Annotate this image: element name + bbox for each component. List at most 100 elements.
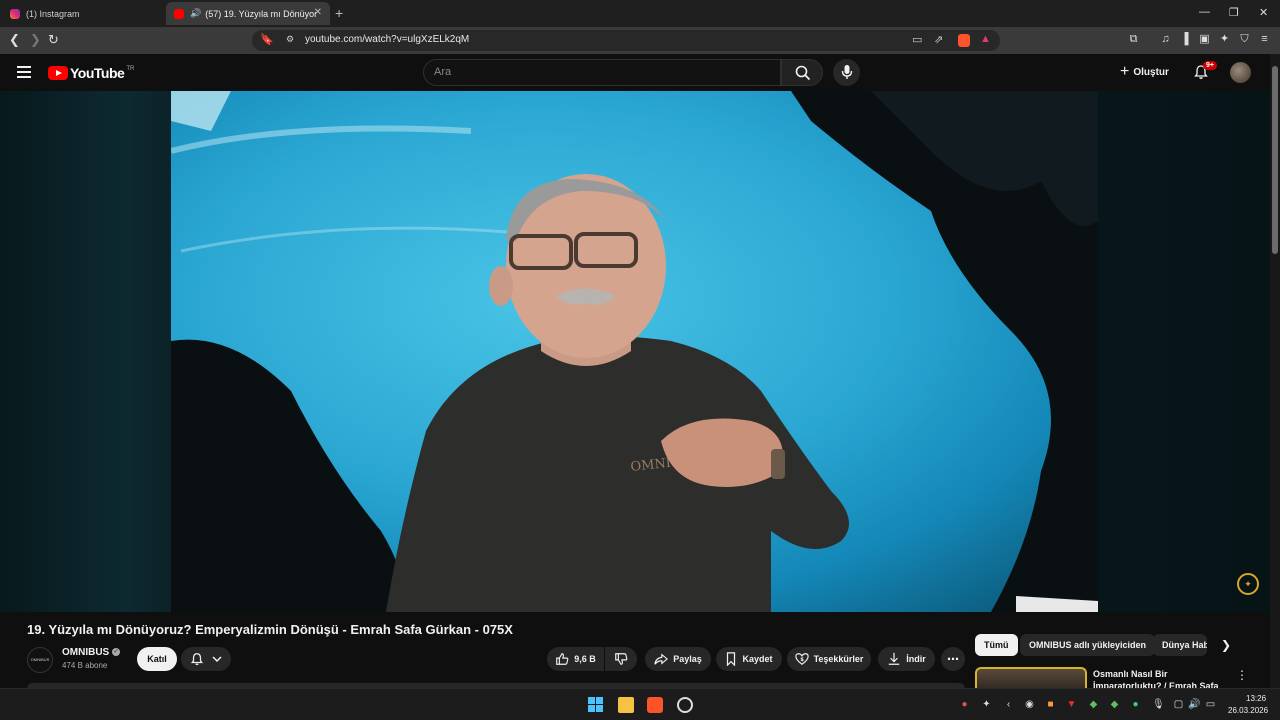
svg-text:$: $ bbox=[800, 657, 804, 663]
volume-icon[interactable]: 🔊 bbox=[1188, 699, 1200, 710]
file-explorer-icon[interactable] bbox=[618, 697, 634, 713]
tray-chevron-icon[interactable]: ‹ bbox=[1003, 699, 1014, 710]
more-actions-button[interactable]: ⋯ bbox=[941, 647, 965, 671]
tray-red-app-icon[interactable]: ▼ bbox=[1066, 699, 1077, 710]
search-input[interactable]: Ara bbox=[434, 66, 451, 78]
channel-name[interactable]: OMNIBUS bbox=[62, 647, 109, 658]
screenshot-icon[interactable]: ⧉ bbox=[1127, 33, 1140, 46]
tray-orange-app-icon[interactable]: ■ bbox=[1045, 699, 1056, 710]
brave-shields-icon[interactable] bbox=[958, 34, 970, 47]
video-player[interactable]: OMNI bbox=[171, 91, 1098, 612]
new-tab-button[interactable]: + bbox=[335, 5, 343, 21]
subscription-bell-button[interactable] bbox=[181, 647, 231, 671]
share-button[interactable]: Paylaş bbox=[645, 647, 711, 671]
reload-icon[interactable]: ↻ bbox=[48, 32, 59, 48]
battery-icon[interactable]: ▭ bbox=[1205, 699, 1216, 710]
windows-taskbar: ● ✦ ‹ ◉ ■ ▼ ◆ ◆ ● 🎙 ▢ 🔊 ▭ 13:26 26.03.20… bbox=[0, 688, 1280, 720]
back-icon[interactable]: ❮ bbox=[9, 32, 20, 48]
notification-badge: 9+ bbox=[1203, 61, 1217, 70]
leo-ai-icon[interactable]: ✦ bbox=[1218, 33, 1231, 46]
download-icon bbox=[889, 652, 900, 665]
youtube-play-icon bbox=[48, 66, 68, 80]
subscriber-count: 474 B abone bbox=[62, 661, 108, 670]
address-bar[interactable]: 🔖 ⚙ youtube.com/watch?v=ulgXzELk2qM ▭ ⇗ … bbox=[252, 30, 1000, 51]
vpn-icon[interactable]: ⛉ bbox=[1238, 33, 1251, 46]
tab-label: (1) Instagram bbox=[26, 8, 80, 19]
search-icon bbox=[795, 65, 811, 81]
network-icon[interactable]: ▢ bbox=[1173, 699, 1184, 710]
create-button[interactable]: + Oluştur bbox=[1120, 63, 1169, 81]
voice-search-button[interactable] bbox=[833, 59, 860, 86]
verified-badge-icon: ✓ bbox=[112, 648, 120, 656]
chatgpt-icon[interactable] bbox=[677, 697, 693, 713]
browser-toolbar: ❮ ❯ ↻ 🔖 ⚙ youtube.com/watch?v=ulgXzELk2q… bbox=[0, 27, 1280, 54]
country-code: TR bbox=[126, 66, 135, 72]
youtube-header: YouTube TR Ara + Oluştur 9+ bbox=[0, 54, 1280, 91]
video-title: 19. Yüzyıla mı Dönüyoruz? Emperyalizmin … bbox=[27, 622, 513, 637]
instagram-icon bbox=[10, 8, 20, 19]
tray-app-icon[interactable]: ● bbox=[959, 699, 970, 710]
tab-instagram[interactable]: (1) Instagram bbox=[2, 2, 162, 25]
scrollbar-thumb[interactable] bbox=[1272, 66, 1278, 254]
thanks-label: Teşekkürler bbox=[813, 654, 864, 664]
save-button[interactable]: Kaydet bbox=[716, 647, 782, 671]
close-window-button[interactable]: ✕ bbox=[1259, 6, 1268, 19]
chevron-right-icon[interactable]: ❯ bbox=[1221, 638, 1231, 652]
chip-from-uploader[interactable]: OMNIBUS adlı yükleyiciden bbox=[1020, 634, 1156, 656]
share-page-icon[interactable]: ⇗ bbox=[934, 33, 943, 46]
tab-youtube[interactable]: 🔊 (57) 19. Yüzyıla mı Dönüyoruz ✕ bbox=[166, 2, 330, 25]
brave-browser-icon[interactable] bbox=[647, 697, 663, 713]
share-label: Paylaş bbox=[673, 654, 702, 664]
logo-text: YouTube bbox=[70, 65, 125, 81]
clock-time[interactable]: 13:26 bbox=[1246, 694, 1266, 703]
restore-button[interactable]: ❐ bbox=[1229, 6, 1239, 19]
recommendation-title[interactable]: Osmanlı Nasıl Bir İmparatorluktu? / Emra… bbox=[1093, 668, 1223, 688]
join-button[interactable]: Katıl bbox=[137, 647, 177, 671]
site-info-icon[interactable]: ⚙ bbox=[286, 34, 294, 45]
brave-rewards-icon[interactable]: ▲ bbox=[980, 33, 991, 45]
save-label: Kaydet bbox=[742, 654, 773, 664]
tray-steam-icon[interactable]: ◉ bbox=[1024, 699, 1035, 710]
thanks-button[interactable]: $ Teşekkürler bbox=[787, 647, 871, 671]
forward-icon[interactable]: ❯ bbox=[30, 32, 41, 48]
youtube-logo[interactable]: YouTube TR bbox=[48, 65, 134, 81]
cast-icon[interactable]: ▭ bbox=[912, 33, 922, 46]
speaker-icon: 🔊 bbox=[190, 8, 202, 18]
coin-icon[interactable]: ✦ bbox=[1237, 573, 1259, 595]
create-label: Oluştur bbox=[1133, 66, 1169, 78]
sidebar-icon[interactable]: ▐ bbox=[1178, 33, 1191, 46]
search-box[interactable]: Ara bbox=[423, 59, 781, 86]
tray-pin-icon[interactable]: ✦ bbox=[981, 699, 992, 710]
super-thanks-icon: $ bbox=[794, 653, 809, 665]
bell-icon bbox=[190, 653, 204, 666]
clock-date[interactable]: 26.03.2026 bbox=[1228, 706, 1268, 715]
tray-nvidia-icon[interactable]: ◆ bbox=[1088, 699, 1099, 710]
windows-start-icon[interactable] bbox=[588, 697, 604, 713]
guide-menu-icon[interactable] bbox=[17, 66, 31, 78]
music-icon[interactable]: ♫ bbox=[1159, 33, 1172, 46]
thumbs-up-icon bbox=[556, 653, 569, 665]
like-button[interactable]: 9,6 B bbox=[547, 647, 604, 671]
account-avatar[interactable] bbox=[1230, 62, 1251, 83]
download-button[interactable]: İndir bbox=[878, 647, 935, 671]
like-count: 9,6 B bbox=[574, 654, 596, 664]
more-horizontal-icon: ⋯ bbox=[947, 652, 959, 666]
recommendation-menu-icon[interactable]: ⋮ bbox=[1236, 668, 1248, 682]
chip-all[interactable]: Tümü bbox=[975, 634, 1018, 656]
wallet-icon[interactable]: ▣ bbox=[1198, 33, 1211, 46]
minimize-button[interactable]: — bbox=[1199, 6, 1210, 18]
tray-green-app-icon[interactable]: ◆ bbox=[1109, 699, 1120, 710]
search-button[interactable] bbox=[781, 59, 823, 86]
menu-icon[interactable]: ≡ bbox=[1258, 33, 1271, 46]
dislike-button[interactable] bbox=[605, 647, 637, 671]
channel-avatar[interactable]: OMNIBUS bbox=[27, 647, 53, 673]
tab-label: (57) 19. Yüzyıla mı Dönüyoruz bbox=[205, 8, 318, 19]
close-tab-icon[interactable]: ✕ bbox=[314, 7, 322, 18]
bookmark-icon[interactable]: 🔖 bbox=[260, 33, 274, 46]
tray-microphone-icon[interactable]: 🎙 bbox=[1152, 699, 1165, 710]
download-label: İndir bbox=[906, 654, 926, 664]
url-text[interactable]: youtube.com/watch?v=ulgXzELk2qM bbox=[305, 34, 469, 45]
microphone-icon bbox=[841, 65, 853, 79]
tray-spotify-icon[interactable]: ● bbox=[1130, 699, 1141, 710]
chip-world-news[interactable]: Dünya Hab bbox=[1153, 634, 1207, 656]
